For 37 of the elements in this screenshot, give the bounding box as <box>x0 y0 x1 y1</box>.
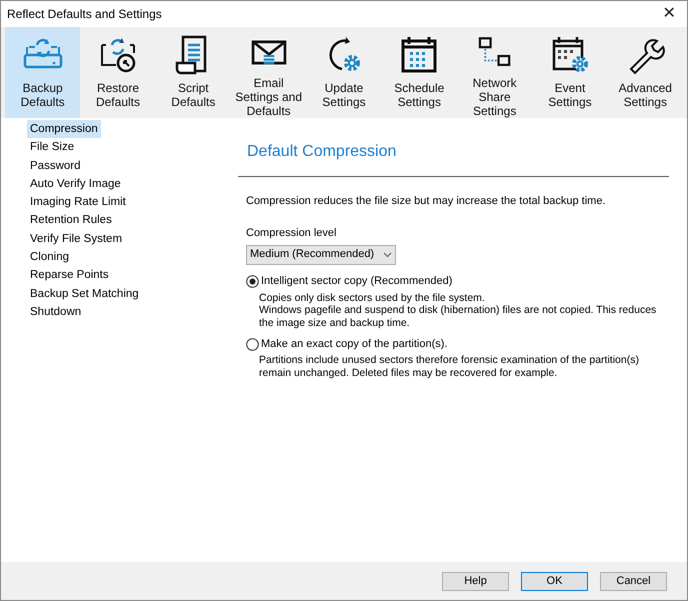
toolbar-button[interactable]: Email Settings and Defaults <box>230 27 306 118</box>
option-description: Partitions include unused sectors therefore forensic examination of the partition(s) remain unchanged. Deleted files may be recovered for example. <box>259 354 640 379</box>
radio-button[interactable] <box>246 275 259 288</box>
sidebar-item[interactable]: Verify File System <box>27 230 126 248</box>
dialog-button[interactable]: OK <box>521 572 588 590</box>
compression-dropdown[interactable]: Medium (Recommended) <box>246 244 396 264</box>
radio-option[interactable]: Make an exact copy of the partition(s). <box>246 336 448 352</box>
intro-text: Compression reduces the file size but may increase the total backup time. <box>246 194 607 208</box>
sidebar-item[interactable]: Reparse Points <box>27 266 112 285</box>
sidebar-item[interactable]: Password <box>27 156 84 175</box>
sidebar-item[interactable]: Auto Verify Image <box>27 174 124 194</box>
toolbar-button[interactable]: Backup Defaults <box>5 27 80 118</box>
toolbar-button[interactable]: Network Share Settings <box>456 27 532 118</box>
toolbar-button[interactable]: Advanced Settings <box>608 27 683 118</box>
sidebar-item[interactable]: Imaging Rate Limit <box>27 193 129 212</box>
caret-icon <box>383 252 392 258</box>
toolbar-button[interactable]: Schedule Settings <box>382 27 457 118</box>
dialog-button[interactable]: Cancel <box>600 572 667 590</box>
option-description: Copies only disk sectors used by the file system. <box>259 292 486 304</box>
toolbar-button[interactable]: Restore Defaults <box>80 27 156 118</box>
close-button[interactable]: ✕ <box>657 2 681 26</box>
sidebar-item[interactable]: Retention Rules <box>27 211 115 230</box>
panel-heading: Default Compression <box>246 142 398 162</box>
field-label: Compression level <box>246 226 338 241</box>
sidebar-item[interactable]: Compression <box>27 120 101 138</box>
sidebar-item[interactable]: File Size <box>27 138 78 157</box>
radio-button[interactable] <box>246 338 259 350</box>
sidebar-item[interactable]: Shutdown <box>27 302 84 322</box>
toolbar-button[interactable]: Update Settings <box>306 27 382 118</box>
sidebar-item[interactable]: Cloning <box>27 248 72 266</box>
window-title: Reflect Defaults and Settings <box>7 6 162 23</box>
option-description: Windows pagefile and suspend to disk (hibernation) files are not copied. This reduces the image size and backup time. <box>259 304 658 329</box>
toolbar-button[interactable]: Script Defaults <box>156 27 231 118</box>
radio-option[interactable]: Intelligent sector copy (Recommended) <box>246 274 452 290</box>
dialog-button[interactable]: Help <box>442 572 509 590</box>
sidebar-item[interactable]: Backup Set Matching <box>27 284 142 303</box>
toolbar-button[interactable]: Event Settings <box>532 27 608 118</box>
